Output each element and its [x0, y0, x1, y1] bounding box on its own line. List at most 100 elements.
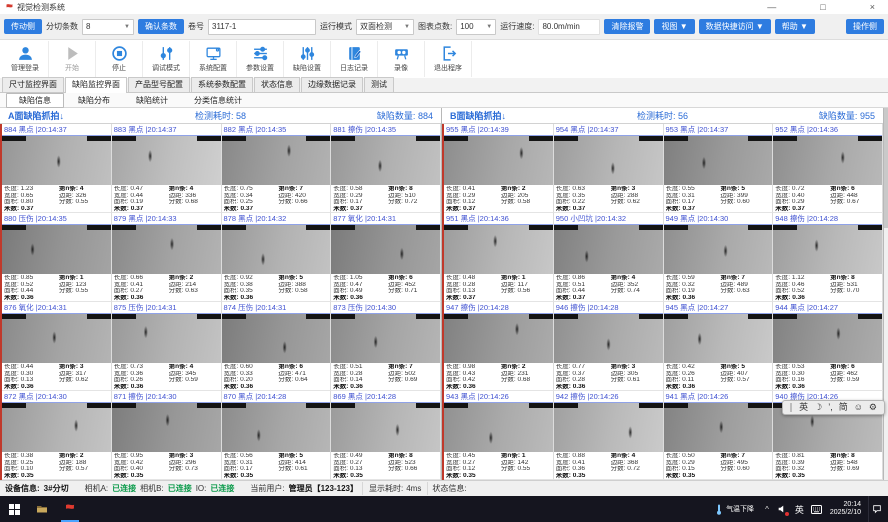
defect-cell[interactable]: 945 黑点 |20:14:27 长度: 0.42宽度: 0.26面积: 0.11…	[664, 302, 774, 391]
ime-simplified-toggle[interactable]: 简	[839, 401, 848, 414]
toolbar-button-debug-sliders[interactable]: 调试模式	[143, 41, 190, 77]
subtab-3[interactable]: 分类信息统计	[182, 94, 254, 107]
defect-cell-info: 长度: 0.45宽度: 0.27面积: 0.12米数: 0.35第n条: 1边距…	[444, 452, 553, 479]
tab-3[interactable]: 系统参数配置	[191, 77, 253, 92]
subtab-0[interactable]: 缺陷信息	[6, 93, 64, 108]
defect-cell[interactable]: 875 压伤 |20:14:31长度: 0.73宽度: 0.36面积: 0.26…	[112, 302, 222, 391]
ime-emoji-icon[interactable]: ☺	[854, 401, 863, 414]
taskbar-clock[interactable]: 20:14 2025/2/10	[830, 501, 861, 517]
toolbar-button-user[interactable]: 管理登录	[2, 41, 49, 77]
view-menu-button[interactable]: 视图 ▼	[654, 19, 694, 34]
defect-cell-info: 长度: 0.51宽度: 0.28面积: 0.14米数: 0.36第n条: 7边距…	[331, 363, 440, 390]
tab-0[interactable]: 尺寸监控界面	[2, 77, 64, 92]
defect-cell[interactable]: 878 黑点 |20:14:32长度: 0.92宽度: 0.38面积: 0.35…	[222, 213, 332, 302]
tab-1[interactable]: 缺陷监控界面	[65, 77, 127, 93]
defect-cell[interactable]: 877 氧化 |20:14:31长度: 1.05宽度: 0.47面积: 0.49…	[331, 213, 441, 302]
ime-settings-gear-icon[interactable]: ⚙	[869, 401, 877, 414]
panel-title[interactable]: B面缺陷抓拍↓	[450, 109, 506, 122]
chart-points-select[interactable]: 100▼	[456, 19, 496, 35]
ime-punctuation-toggle[interactable]: ’,	[828, 401, 833, 414]
ime-night-mode-icon[interactable]: ☽	[814, 401, 822, 414]
ime-drag-handle[interactable]	[790, 403, 792, 412]
defect-cell[interactable]: 879 黑点 |20:14:33长度: 0.66宽度: 0.41面积: 0.27…	[112, 213, 222, 302]
subtab-2[interactable]: 缺陷统计	[124, 94, 180, 107]
defect-cell[interactable]: 949 黑点 |20:14:30长度: 0.59宽度: 0.32面积: 0.19…	[664, 213, 774, 302]
minimize-button[interactable]: —	[767, 3, 776, 12]
defect-cell[interactable]: 947 擦伤 |20:14:28长度: 0.98宽度: 0.43面积: 0.42…	[444, 302, 554, 391]
defect-cell[interactable]: 948 擦伤 |20:14:28长度: 1.12宽度: 0.46面积: 0.52…	[773, 213, 883, 302]
run-mode-label: 运行模式	[320, 21, 352, 32]
action-center-icon[interactable]	[868, 496, 884, 522]
defect-cell[interactable]: 955 黑点 |20:14:39长度: 0.41宽度: 0.29面积: 0.12…	[444, 124, 554, 213]
defect-thumbnail	[664, 225, 773, 274]
defect-cell[interactable]: 941 黑点 |20:14:26长度: 0.50宽度: 0.29面积: 0.15…	[664, 391, 774, 480]
defect-cell[interactable]: 873 压伤 |20:14:30长度: 0.51宽度: 0.28面积: 0.14…	[331, 302, 441, 391]
defect-cell[interactable]: 950 小凹坑 |20:14:32长度: 0.86宽度: 0.51面积: 0.4…	[554, 213, 664, 302]
defect-cell[interactable]: 954 黑点 |20:14:37长度: 0.63宽度: 0.35面积: 0.22…	[554, 124, 664, 213]
toolbar-button-play[interactable]: 开始	[49, 41, 96, 77]
defect-cell[interactable]: 880 压伤 |20:14:35长度: 0.85宽度: 0.52面积: 0.44…	[2, 213, 112, 302]
toolbar-button-stop[interactable]: 停止	[96, 41, 143, 77]
operator-side-button[interactable]: 操作侧	[846, 19, 884, 34]
defect-cell-info: 长度: 0.42宽度: 0.26面积: 0.11米数: 0.36第n条: 5边距…	[664, 363, 773, 390]
scrollbar[interactable]	[884, 108, 888, 480]
toolbar-button-defect-sliders[interactable]: 缺陷设置	[284, 41, 331, 77]
tab-2[interactable]: 产品型号配置	[128, 77, 190, 92]
defect-cell[interactable]: 874 压伤 |20:14:31长度: 0.60宽度: 0.33面积: 0.20…	[222, 302, 332, 391]
confirm-count-button[interactable]: 确认条数	[138, 19, 184, 34]
run-mode-select[interactable]: 双面检测▼	[356, 19, 414, 35]
taskbar-app-icon-active[interactable]	[56, 496, 84, 522]
weather-widget[interactable]: 气温下降	[711, 496, 758, 522]
toolbar-button-monitor[interactable]: 系统配置	[190, 41, 237, 77]
defect-cell[interactable]: 946 擦伤 |20:14:28长度: 0.77宽度: 0.37面积: 0.28…	[554, 302, 664, 391]
toolbar-button-exit[interactable]: 退出程序	[425, 41, 472, 77]
defect-cell[interactable]: 882 黑点 |20:14:35长度: 0.75宽度: 0.34面积: 0.25…	[222, 124, 332, 213]
defect-cell[interactable]: 871 擦伤 |20:14:30长度: 0.95宽度: 0.42面积: 0.40…	[112, 391, 222, 480]
defect-cell-info: 长度: 0.63宽度: 0.35面积: 0.22米数: 0.37第n条: 3边距…	[554, 185, 663, 212]
defect-cell-header: 945 黑点 |20:14:27	[664, 302, 773, 314]
defect-cell[interactable]: 869 黑点 |20:14:28长度: 0.49宽度: 0.27面积: 0.13…	[331, 391, 441, 480]
roll-number-input[interactable]: 3117-1	[208, 19, 316, 35]
ime-mode-en[interactable]: 英	[799, 401, 808, 414]
defect-cell[interactable]: 884 黑点 |20:14:37长度: 1.23宽度: 0.65面积: 0.80…	[2, 124, 112, 213]
data-access-menu-button[interactable]: 数据快捷访问 ▼	[699, 19, 771, 34]
params-sliders-icon	[252, 45, 269, 62]
defect-cell[interactable]: 870 黑点 |20:14:28长度: 0.56宽度: 0.31面积: 0.17…	[222, 391, 332, 480]
defect-cell[interactable]: 944 黑点 |20:14:27长度: 0.53宽度: 0.30面积: 0.16…	[773, 302, 883, 391]
defect-cell[interactable]: 942 擦伤 |20:14:26长度: 0.88宽度: 0.41面积: 0.36…	[554, 391, 664, 480]
defect-grid: 955 黑点 |20:14:39长度: 0.41宽度: 0.29面积: 0.12…	[442, 124, 883, 480]
start-button[interactable]	[0, 496, 28, 522]
maximize-button[interactable]: □	[820, 3, 825, 12]
ime-keyboard-icon[interactable]	[811, 503, 823, 515]
defect-cell[interactable]: 943 黑点 |20:14:26长度: 0.45宽度: 0.27面积: 0.12…	[444, 391, 554, 480]
language-indicator[interactable]: 英	[795, 503, 804, 516]
subtab-1[interactable]: 缺陷分布	[66, 94, 122, 107]
taskbar-app-icon-1[interactable]	[28, 496, 56, 522]
defect-cell[interactable]: 952 黑点 |20:14:36长度: 0.72宽度: 0.40面积: 0.29…	[773, 124, 883, 213]
tab-5[interactable]: 边缘数据记录	[301, 77, 363, 92]
defect-cell[interactable]: 876 氧化 |20:14:31长度: 0.44宽度: 0.30面积: 0.13…	[2, 302, 112, 391]
defect-cell[interactable]: 883 黑点 |20:14:37长度: 0.47宽度: 0.44面积: 0.19…	[112, 124, 222, 213]
clear-alarm-button[interactable]: 清除报警	[604, 19, 650, 34]
defect-cell-info: 长度: 1.12宽度: 0.46面积: 0.52米数: 0.36第n条: 8边距…	[773, 274, 882, 301]
close-button[interactable]: ×	[870, 3, 875, 12]
volume-icon[interactable]	[776, 503, 788, 515]
tab-6[interactable]: 测试	[364, 77, 394, 92]
defect-cell-header: 944 黑点 |20:14:27	[773, 302, 882, 314]
toolbar-button-log[interactable]: 日志记录	[331, 41, 378, 77]
defect-cell[interactable]: 951 黑点 |20:14:36长度: 0.48宽度: 0.28面积: 0.13…	[444, 213, 554, 302]
tray-expand-caret[interactable]: ^	[765, 505, 769, 514]
help-menu-button[interactable]: 帮助 ▼	[775, 19, 815, 34]
toolbar-button-camera[interactable]: 录像	[378, 41, 425, 77]
drive-side-button[interactable]: 传动侧	[4, 19, 42, 34]
chevron-down-icon: ▼	[486, 24, 492, 30]
panel-title[interactable]: A面缺陷抓拍↓	[8, 109, 64, 122]
defect-cell-header: 870 黑点 |20:14:28	[222, 391, 331, 403]
io-status: 已连接	[210, 483, 234, 494]
toolbar-button-params-sliders[interactable]: 参数设置	[237, 41, 284, 77]
defect-cell[interactable]: 872 黑点 |20:14:30长度: 0.38宽度: 0.25面积: 0.10…	[2, 391, 112, 480]
defect-cell[interactable]: 881 擦伤 |20:14:35长度: 0.58宽度: 0.29面积: 0.17…	[331, 124, 441, 213]
slit-count-select[interactable]: 8▼	[82, 19, 134, 35]
tab-4[interactable]: 状态信息	[254, 77, 300, 92]
defect-cell[interactable]: 953 黑点 |20:14:37长度: 0.55宽度: 0.31面积: 0.17…	[664, 124, 774, 213]
